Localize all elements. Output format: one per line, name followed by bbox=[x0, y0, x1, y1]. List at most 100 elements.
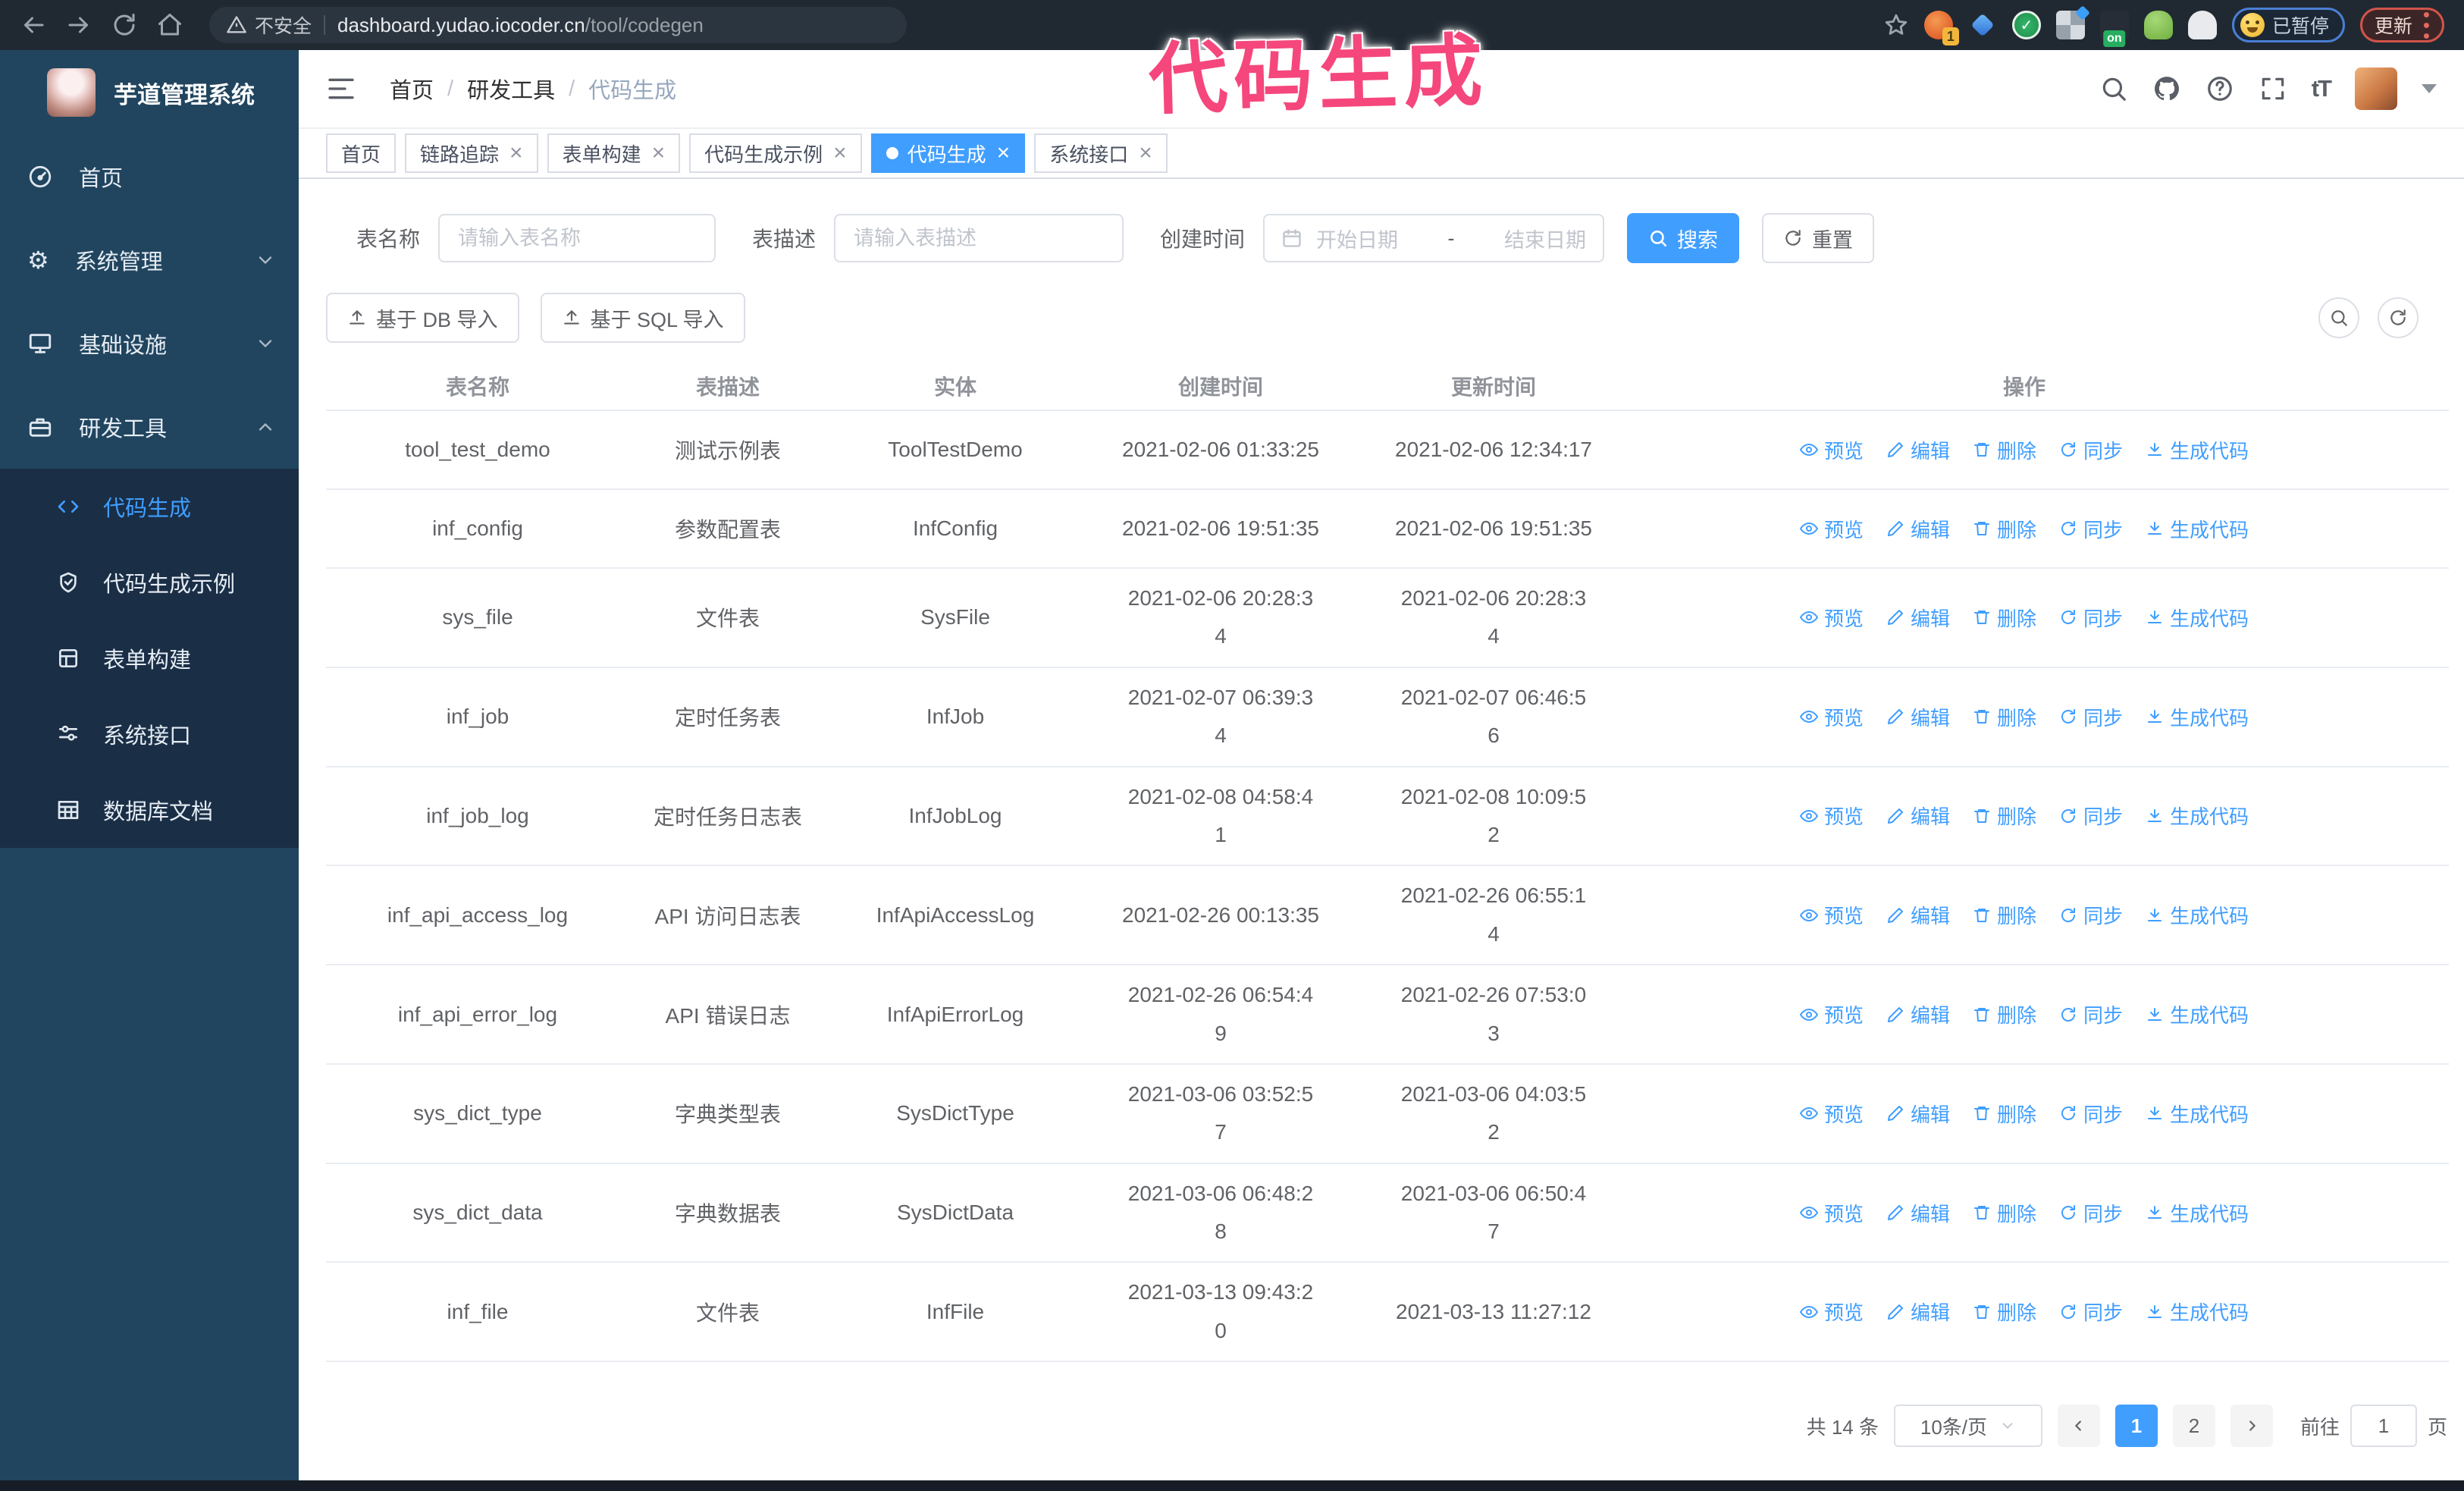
sync-action[interactable]: 同步 bbox=[2059, 802, 2123, 830]
hamburger-icon[interactable] bbox=[326, 74, 356, 104]
browser-forward-icon[interactable] bbox=[65, 11, 92, 39]
close-icon[interactable]: × bbox=[833, 142, 847, 165]
tab[interactable]: 代码生成 × bbox=[870, 133, 1026, 173]
breadcrumb-root[interactable]: 首页 bbox=[390, 73, 434, 105]
edit-action[interactable]: 编辑 bbox=[1886, 703, 1950, 731]
table-desc-input[interactable] bbox=[834, 214, 1124, 262]
page-button-1[interactable]: 1 bbox=[2114, 1405, 2158, 1448]
edit-action[interactable]: 编辑 bbox=[1886, 436, 1950, 464]
edit-action[interactable]: 编辑 bbox=[1886, 1000, 1950, 1028]
bookmark-star-icon[interactable] bbox=[1883, 12, 1909, 38]
generate-code-action[interactable]: 生成代码 bbox=[2146, 436, 2249, 464]
sync-action[interactable]: 同步 bbox=[2059, 1100, 2123, 1128]
sync-action[interactable]: 同步 bbox=[2059, 515, 2123, 543]
date-range-picker[interactable]: 开始日期 - 结束日期 bbox=[1263, 214, 1605, 262]
generate-code-action[interactable]: 生成代码 bbox=[2146, 901, 2249, 929]
close-icon[interactable]: × bbox=[652, 142, 666, 165]
caret-down-icon[interactable] bbox=[2422, 84, 2437, 101]
reset-button[interactable]: 重置 bbox=[1762, 213, 1875, 263]
browser-menu-icon[interactable]: • • • bbox=[2423, 5, 2430, 46]
generate-code-action[interactable]: 生成代码 bbox=[2146, 1100, 2249, 1128]
sidebar-item-home[interactable]: 首页 bbox=[0, 135, 299, 218]
delete-action[interactable]: 删除 bbox=[1973, 1199, 2036, 1227]
help-icon[interactable] bbox=[2205, 74, 2234, 103]
search-button[interactable]: 搜索 bbox=[1627, 213, 1740, 263]
edit-action[interactable]: 编辑 bbox=[1886, 901, 1950, 929]
edit-action[interactable]: 编辑 bbox=[1886, 1298, 1950, 1326]
start-date-placeholder[interactable]: 开始日期 bbox=[1316, 224, 1398, 253]
generate-code-action[interactable]: 生成代码 bbox=[2146, 802, 2249, 830]
generate-code-action[interactable]: 生成代码 bbox=[2146, 703, 2249, 731]
page-button-2[interactable]: 2 bbox=[2172, 1405, 2215, 1448]
tab[interactable]: 系统接口 × bbox=[1034, 133, 1168, 173]
browser-reload-icon[interactable] bbox=[111, 11, 138, 39]
profile-paused-badge[interactable]: 已暂停 bbox=[2231, 8, 2345, 42]
table-name-input[interactable] bbox=[438, 214, 716, 262]
sidebar-item-system-api[interactable]: 系统接口 bbox=[0, 696, 299, 772]
generate-code-action[interactable]: 生成代码 bbox=[2146, 1199, 2249, 1227]
generate-code-action[interactable]: 生成代码 bbox=[2146, 604, 2249, 632]
edit-action[interactable]: 编辑 bbox=[1886, 604, 1950, 632]
delete-action[interactable]: 删除 bbox=[1973, 901, 2036, 929]
sync-action[interactable]: 同步 bbox=[2059, 1199, 2123, 1227]
extension-icon[interactable] bbox=[2143, 11, 2173, 39]
sidebar-item-codegen-example[interactable]: 代码生成示例 bbox=[0, 545, 299, 620]
preview-action[interactable]: 预览 bbox=[1799, 1199, 1864, 1227]
app-logo-row[interactable]: 芋道管理系统 bbox=[0, 50, 299, 135]
prev-page-button[interactable] bbox=[2057, 1405, 2100, 1448]
import-sql-button[interactable]: 基于 SQL 导入 bbox=[540, 293, 745, 343]
extension-icon[interactable]: ✓ bbox=[2011, 11, 2041, 39]
delete-action[interactable]: 删除 bbox=[1973, 1100, 2036, 1128]
address-bar[interactable]: 不安全 dashboard.yudao.iocoder.cn/tool/code… bbox=[209, 7, 907, 43]
sync-action[interactable]: 同步 bbox=[2059, 703, 2123, 731]
extension-icon[interactable]: on bbox=[2099, 11, 2129, 47]
import-db-button[interactable]: 基于 DB 导入 bbox=[326, 293, 519, 343]
user-avatar[interactable] bbox=[2355, 67, 2397, 110]
breadcrumb-section[interactable]: 研发工具 bbox=[467, 73, 555, 105]
preview-action[interactable]: 预览 bbox=[1799, 1298, 1864, 1326]
edit-action[interactable]: 编辑 bbox=[1886, 515, 1950, 543]
delete-action[interactable]: 删除 bbox=[1973, 515, 2036, 543]
preview-action[interactable]: 预览 bbox=[1799, 515, 1864, 543]
generate-code-action[interactable]: 生成代码 bbox=[2146, 1298, 2249, 1326]
extension-icon[interactable]: 1 bbox=[1923, 11, 1959, 46]
preview-action[interactable]: 预览 bbox=[1799, 436, 1864, 464]
delete-action[interactable]: 删除 bbox=[1973, 1000, 2036, 1028]
search-icon[interactable] bbox=[2099, 74, 2128, 103]
generate-code-action[interactable]: 生成代码 bbox=[2146, 515, 2249, 543]
tab[interactable]: 代码生成示例 × bbox=[689, 133, 862, 173]
tab[interactable]: 链路追踪 × bbox=[405, 133, 538, 173]
page-size-select[interactable]: 10条/页 bbox=[1893, 1405, 2042, 1448]
sync-action[interactable]: 同步 bbox=[2059, 1298, 2123, 1326]
sidebar-item-devtools[interactable]: 研发工具 bbox=[0, 385, 299, 469]
security-warning[interactable]: 不安全 bbox=[226, 11, 312, 39]
sidebar-item-infra[interactable]: 基础设施 bbox=[0, 302, 299, 385]
preview-action[interactable]: 预览 bbox=[1799, 1000, 1864, 1028]
sync-action[interactable]: 同步 bbox=[2059, 901, 2123, 929]
sync-action[interactable]: 同步 bbox=[2059, 1000, 2123, 1028]
preview-action[interactable]: 预览 bbox=[1799, 703, 1864, 731]
tab[interactable]: 表单构建 × bbox=[547, 133, 681, 173]
preview-action[interactable]: 预览 bbox=[1799, 1100, 1864, 1128]
refresh-table-button[interactable] bbox=[2378, 297, 2419, 338]
edit-action[interactable]: 编辑 bbox=[1886, 802, 1950, 830]
preview-action[interactable]: 预览 bbox=[1799, 802, 1864, 830]
delete-action[interactable]: 删除 bbox=[1973, 604, 2036, 632]
next-page-button[interactable] bbox=[2230, 1405, 2273, 1448]
preview-action[interactable]: 预览 bbox=[1799, 901, 1864, 929]
fullscreen-icon[interactable] bbox=[2259, 74, 2287, 103]
extension-icon[interactable] bbox=[2187, 11, 2217, 39]
edit-action[interactable]: 编辑 bbox=[1886, 1100, 1950, 1128]
browser-back-icon[interactable] bbox=[20, 11, 47, 39]
end-date-placeholder[interactable]: 结束日期 bbox=[1504, 224, 1586, 253]
tab[interactable]: 首页 × bbox=[326, 133, 397, 173]
browser-home-icon[interactable] bbox=[156, 11, 183, 39]
sync-action[interactable]: 同步 bbox=[2059, 436, 2123, 464]
github-icon[interactable] bbox=[2152, 74, 2181, 103]
delete-action[interactable]: 删除 bbox=[1973, 802, 2036, 830]
extension-icon[interactable] bbox=[2055, 5, 2090, 39]
font-size-icon[interactable]: tT bbox=[2312, 75, 2332, 102]
sidebar-item-system[interactable]: ⚙ 系统管理 bbox=[0, 218, 299, 302]
sidebar-item-form-builder[interactable]: 表单构建 bbox=[0, 620, 299, 696]
goto-page-input[interactable] bbox=[2350, 1405, 2417, 1448]
